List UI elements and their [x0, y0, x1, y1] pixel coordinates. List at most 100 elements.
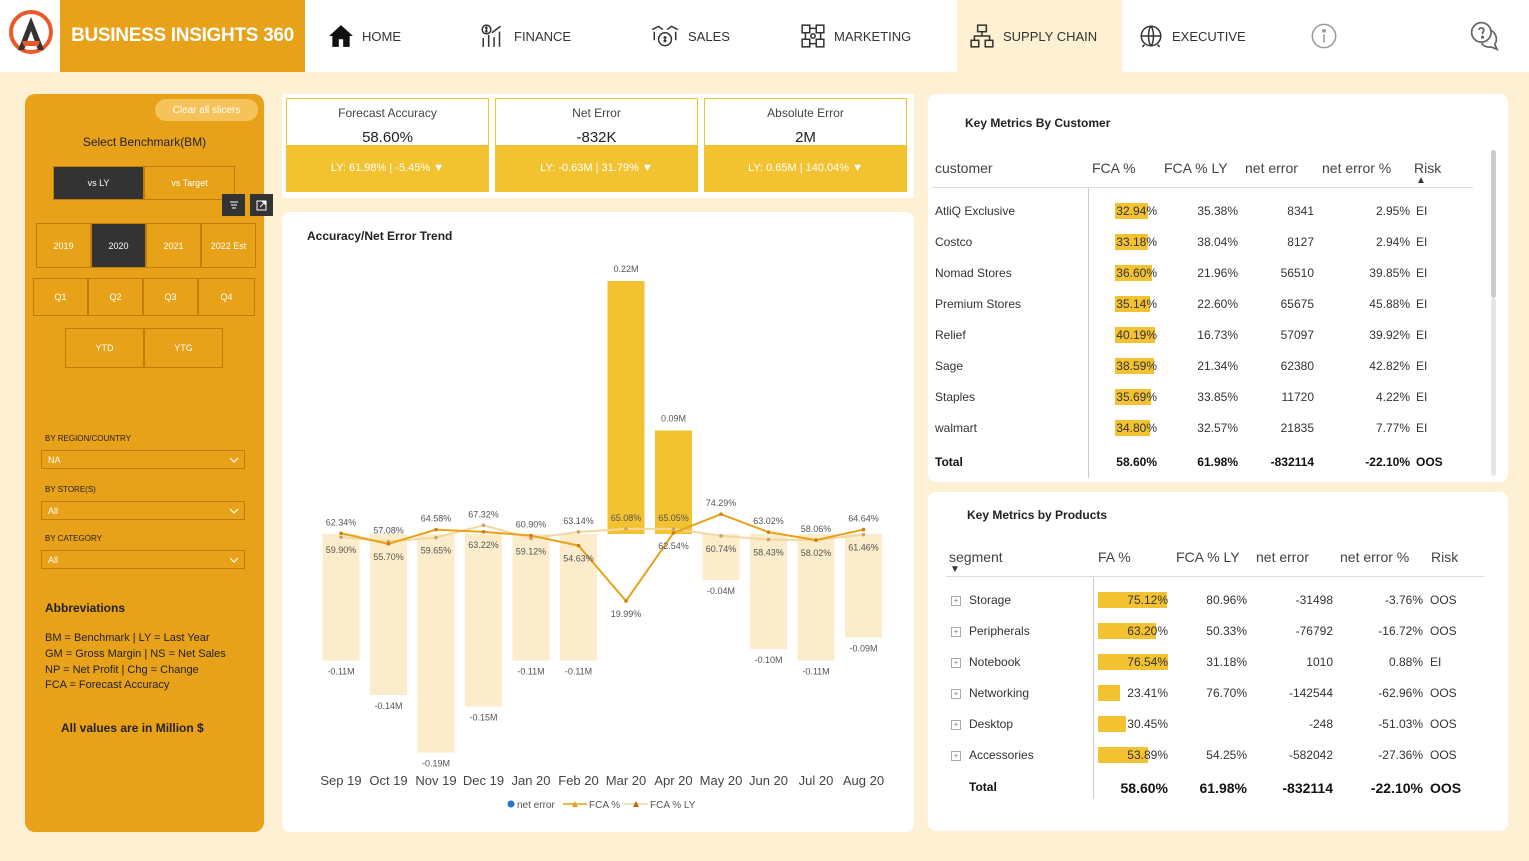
down-arrow-icon: ▼ — [641, 162, 653, 174]
accuracy-net-error-chart: Accuracy/Net Error Trend -0.11M Sep 19 -0.… — [282, 212, 914, 832]
nav-supply-chain[interactable]: SUPPLY CHAIN — [957, 0, 1122, 72]
bar-data-label: -0.11M — [565, 667, 592, 677]
table-cell[interactable]: Networking — [969, 686, 1029, 700]
table-cell: OOS — [1430, 717, 1457, 731]
nav-marketing[interactable]: MARKETING — [800, 0, 940, 72]
table-cell[interactable]: Sage — [935, 359, 963, 373]
column-header[interactable]: Risk — [1431, 549, 1458, 565]
quarter-q4[interactable]: Q4 — [198, 278, 255, 316]
x-tick-label: Dec 19 — [463, 773, 504, 788]
column-header[interactable]: net error % — [1322, 160, 1391, 176]
table-cell[interactable]: walmart — [935, 421, 977, 435]
bar-data-label: -0.14M — [374, 701, 402, 711]
fca-ly-point — [339, 535, 343, 539]
region-filter-dropdown[interactable]: NA — [41, 450, 245, 469]
table-cell[interactable]: Desktop — [969, 717, 1013, 731]
fca-ly-data-label: 61.46% — [848, 543, 879, 553]
kpi-absolute-error[interactable]: Absolute Error 2M LY: 0.65M | 140.04% ▼ — [704, 98, 907, 192]
clear-slicers-button[interactable]: Clear all slicers — [155, 99, 258, 121]
x-tick-label: Jul 20 — [799, 773, 834, 788]
nav-sales[interactable]: SALES — [650, 0, 760, 72]
nav-finance[interactable]: FINANCE — [480, 0, 600, 72]
table-cell[interactable]: Staples — [935, 390, 975, 404]
expand-plus-icon[interactable]: + — [951, 658, 961, 668]
table-cell[interactable]: Notebook — [969, 655, 1020, 669]
quarter-q1[interactable]: Q1 — [33, 278, 88, 316]
fca-point — [481, 530, 486, 534]
fca-data-label: 55.70% — [373, 552, 404, 562]
table-cell: EI — [1416, 204, 1428, 218]
fca-data-label: 64.58% — [421, 514, 452, 524]
help-button[interactable] — [1468, 0, 1508, 72]
fca-data-label: 64.64% — [848, 514, 879, 524]
x-tick-label: Mar 20 — [606, 773, 646, 788]
table-scrollbar[interactable] — [1491, 150, 1496, 298]
expand-plus-icon[interactable]: + — [951, 751, 961, 761]
info-button[interactable] — [1310, 0, 1340, 72]
table-cell[interactable]: Relief — [935, 328, 966, 342]
table-cell[interactable]: AtliQ Exclusive — [935, 204, 1015, 218]
column-header[interactable]: net error % — [1340, 549, 1409, 565]
year-2022-est[interactable]: 2022 Est — [201, 223, 256, 268]
chevron-down-icon — [229, 557, 239, 563]
sort-arrow-icon[interactable]: ▲ — [1416, 175, 1426, 186]
column-header[interactable]: Risk — [1414, 160, 1441, 176]
column-header[interactable]: FA % — [1098, 549, 1131, 565]
table-cell[interactable]: Nomad Stores — [935, 266, 1012, 280]
bar-data-label: -0.10M — [754, 655, 782, 665]
category-filter-dropdown[interactable]: All — [41, 550, 245, 569]
table-cell[interactable]: Costco — [935, 235, 972, 249]
year-2019[interactable]: 2019 — [36, 223, 91, 268]
slicer-menu-icon[interactable] — [222, 194, 245, 216]
table-cell[interactable]: Premium Stores — [935, 297, 1021, 311]
table-cell[interactable]: Peripherals — [969, 624, 1030, 638]
period-ytg[interactable]: YTG — [144, 328, 223, 368]
column-header[interactable]: net error — [1256, 549, 1309, 565]
quarter-q3[interactable]: Q3 — [143, 278, 198, 316]
fca-ly-point — [481, 523, 486, 528]
column-header[interactable]: segment — [949, 549, 1003, 565]
expand-plus-icon[interactable]: + — [951, 627, 961, 637]
column-header[interactable]: FCA % — [1092, 160, 1136, 176]
abbreviation-line: NP = Net Profit | Chg = Change — [45, 664, 199, 676]
trend-chart-svg: -0.11M Sep 19 -0.14M Oct 19 -0.19M Nov 19 -0.1… — [320, 264, 884, 811]
expand-plus-icon[interactable]: + — [951, 596, 961, 606]
net-error-bar — [465, 534, 502, 707]
expand-plus-icon[interactable]: + — [951, 720, 961, 730]
nav-executive[interactable]: EXECUTIVE — [1138, 0, 1258, 72]
table-cell: 23.41% — [1127, 686, 1168, 700]
column-header[interactable]: FCA % LY — [1176, 549, 1240, 565]
kpi-forecast-accuracy[interactable]: Forecast Accuracy 58.60% LY: 61.98% | -5… — [286, 98, 489, 192]
fca-ly-data-label: 59.90% — [326, 545, 357, 555]
year-2020[interactable]: 2020 — [91, 223, 146, 268]
fca-point — [386, 542, 391, 546]
column-header[interactable]: net error — [1245, 160, 1298, 176]
x-tick-label: May 20 — [700, 773, 743, 788]
table-cell: 35.69% — [1116, 390, 1157, 404]
expand-plus-icon[interactable]: + — [951, 689, 961, 699]
column-header[interactable]: customer — [935, 160, 993, 176]
table-cell: 39.92% — [1369, 328, 1410, 342]
table-cell: 31.18% — [1206, 655, 1247, 669]
kpi-ly-comparison: LY: -0.63M | 31.79% ▼ — [496, 145, 697, 191]
sort-arrow-icon[interactable]: ▼ — [950, 564, 960, 575]
column-header[interactable]: FCA % LY — [1164, 160, 1228, 176]
benchmark-vs-ly[interactable]: vs LY — [53, 166, 144, 200]
year-2021[interactable]: 2021 — [146, 223, 201, 268]
table-total-cell: 61.98% — [1199, 780, 1247, 796]
focus-mode-icon[interactable] — [250, 194, 273, 216]
supply-chain-icon — [970, 24, 994, 48]
fca-data-label: 58.06% — [801, 524, 832, 534]
nav-home[interactable]: HOME — [328, 0, 448, 72]
kpi-net-error[interactable]: Net Error -832K LY: -0.63M | 31.79% ▼ — [495, 98, 698, 192]
top-navigation: BUSINESS INSIGHTS 360 HOME FINANCE SALES… — [0, 0, 1529, 72]
period-ytd[interactable]: YTD — [65, 328, 144, 368]
fca-ly-data-label: 63.14% — [563, 516, 594, 526]
table-scroll-track[interactable] — [1491, 298, 1496, 476]
table-cell[interactable]: Accessories — [969, 748, 1034, 762]
store-filter-dropdown[interactable]: All — [41, 501, 245, 520]
table-cell[interactable]: Storage — [969, 593, 1011, 607]
table-cell: 36.60% — [1116, 266, 1157, 280]
quarter-q2[interactable]: Q2 — [88, 278, 143, 316]
table-cell: 76.54% — [1127, 655, 1168, 669]
